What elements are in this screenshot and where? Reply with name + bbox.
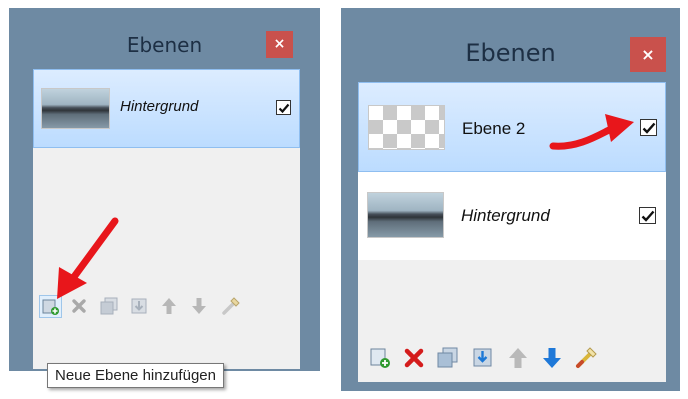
merge-down-icon[interactable] — [471, 346, 495, 370]
layer-name: Hintergrund — [120, 98, 199, 115]
move-down-icon[interactable] — [189, 296, 209, 316]
layer-name: Ebene 2 — [462, 119, 526, 138]
move-down-icon[interactable] — [540, 346, 564, 370]
layer-visibility-checkbox[interactable] — [276, 100, 291, 115]
layer-thumbnail — [368, 105, 445, 150]
layer-thumbnail — [367, 192, 444, 238]
layers-panel-right: Ebenen × Ebene 2 Hintergrund — [341, 8, 680, 391]
annotation-arrow — [57, 217, 119, 299]
layers-toolbar — [358, 340, 666, 374]
layer-row-hintergrund[interactable]: Hintergrund — [33, 69, 300, 148]
layers-list: Ebene 2 Hintergrund — [358, 82, 666, 382]
properties-icon[interactable] — [220, 295, 240, 315]
add-layer-icon[interactable] — [368, 346, 392, 370]
layer-row-hintergrund[interactable]: Hintergrund — [358, 172, 666, 260]
layers-panel-left: Ebenen × Hintergrund Neue Ebene hinzufüg… — [9, 8, 320, 388]
layer-visibility-checkbox[interactable] — [639, 207, 656, 224]
close-button[interactable]: × — [266, 31, 293, 58]
move-up-icon[interactable] — [159, 296, 179, 316]
duplicate-layer-icon[interactable] — [436, 346, 460, 370]
annotation-arrow — [549, 114, 634, 150]
move-up-icon[interactable] — [506, 346, 530, 370]
close-button[interactable]: × — [630, 37, 666, 72]
layer-name: Hintergrund — [461, 206, 550, 225]
layer-thumbnail — [41, 88, 110, 129]
delete-layer-icon[interactable] — [402, 346, 426, 370]
tooltip: Neue Ebene hinzufügen — [47, 363, 224, 388]
properties-icon[interactable] — [574, 344, 600, 370]
layers-list: Hintergrund — [33, 69, 300, 369]
